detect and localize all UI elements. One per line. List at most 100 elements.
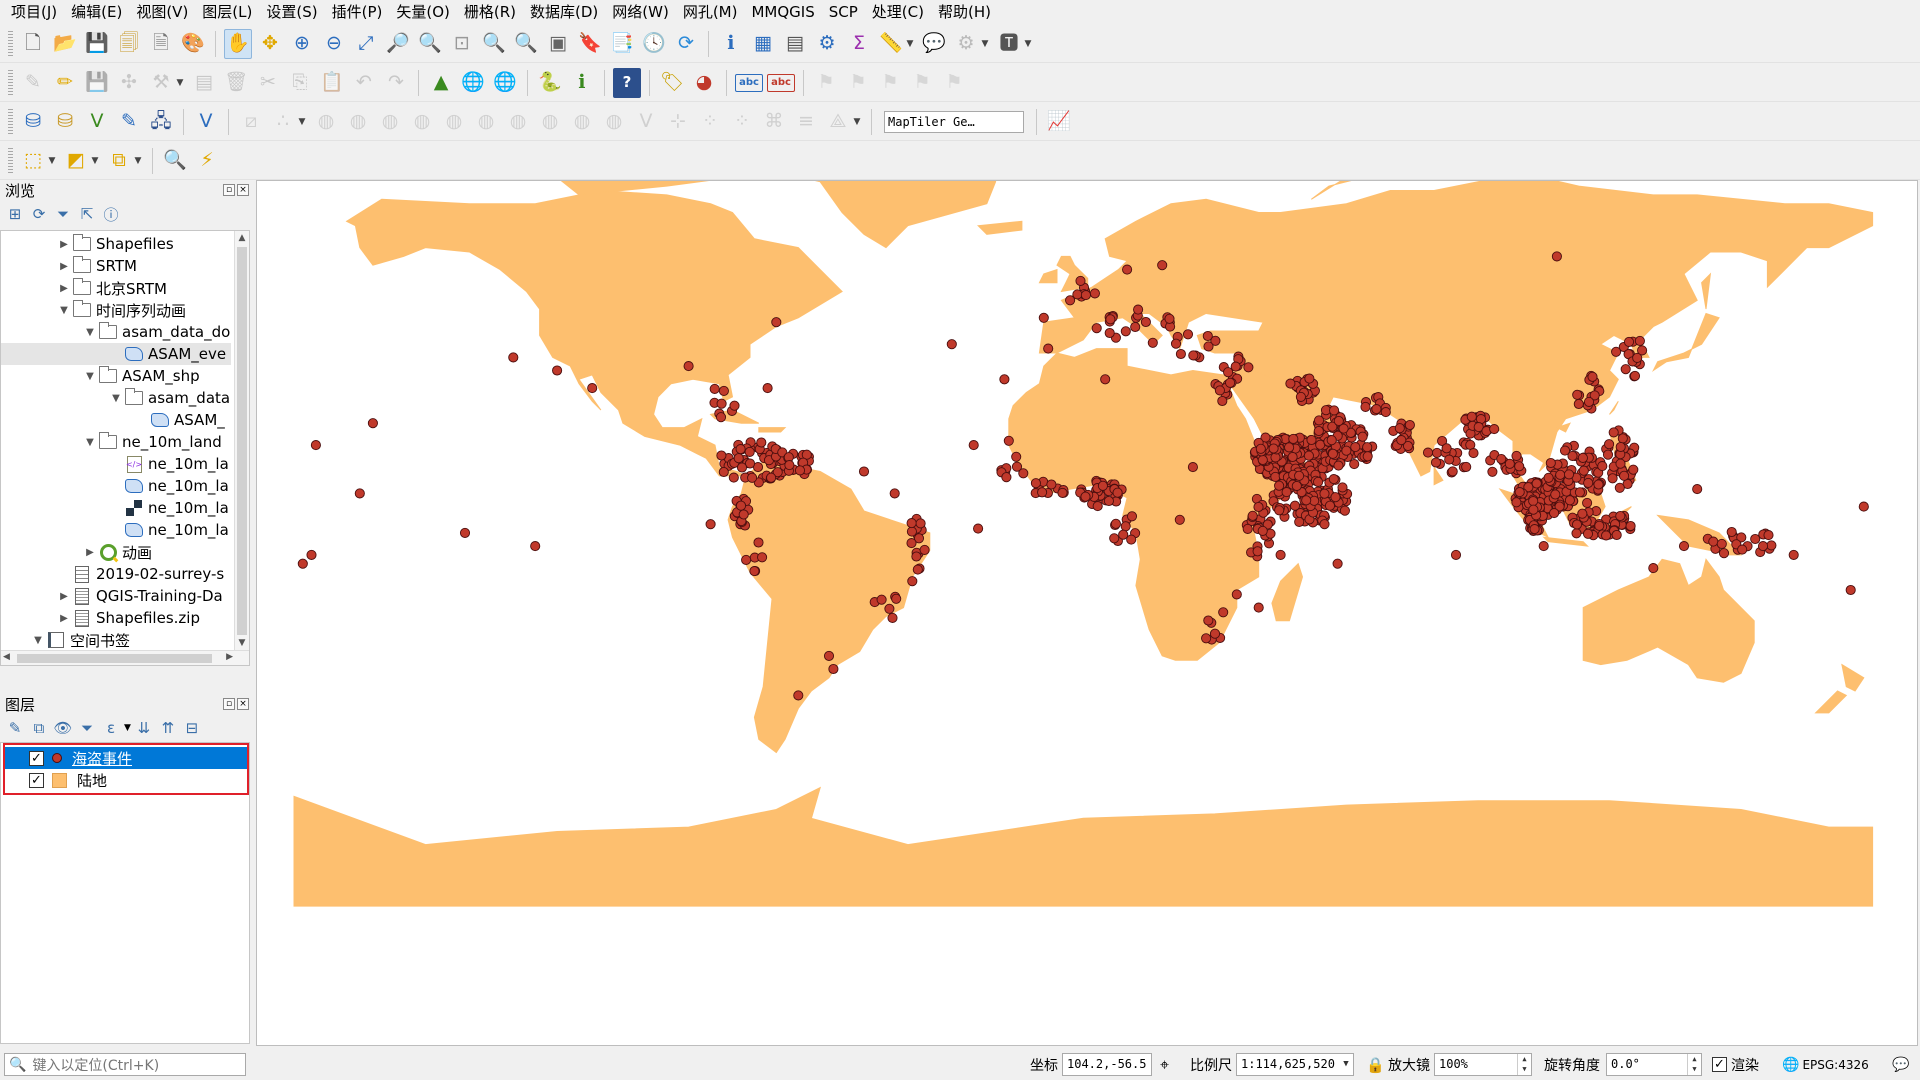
diagram-icon[interactable]: ◕ bbox=[690, 68, 718, 98]
piracy-event-point[interactable] bbox=[1583, 477, 1594, 488]
piracy-event-point[interactable] bbox=[1218, 607, 1229, 618]
piracy-event-point[interactable] bbox=[1289, 500, 1301, 511]
piracy-event-point[interactable] bbox=[1110, 518, 1121, 529]
piracy-event-point[interactable] bbox=[876, 594, 887, 605]
layer-item[interactable]: ✓ 海盗事件 bbox=[5, 747, 247, 769]
expand-arrow-icon[interactable]: ▶ bbox=[57, 261, 71, 272]
piracy-event-point[interactable] bbox=[1648, 563, 1659, 574]
filter-by-expression-icon[interactable]: ε bbox=[100, 717, 122, 739]
piracy-event-point[interactable] bbox=[1097, 480, 1108, 491]
piracy-event-point[interactable] bbox=[973, 523, 984, 534]
vertex-tool-icon[interactable]: ⚒ bbox=[147, 68, 175, 98]
piracy-event-point[interactable] bbox=[1461, 461, 1472, 472]
piracy-event-point[interactable] bbox=[718, 466, 729, 478]
piracy-event-point[interactable] bbox=[718, 385, 729, 396]
piracy-event-point[interactable] bbox=[1528, 496, 1539, 507]
browser-item[interactable]: ASAM_ bbox=[1, 409, 231, 431]
piracy-event-point[interactable] bbox=[1620, 364, 1631, 375]
piracy-event-point[interactable] bbox=[1708, 536, 1719, 547]
toggle-editing-icon[interactable]: ✏ bbox=[51, 68, 79, 98]
style-manager-icon[interactable]: 🎨 bbox=[179, 29, 207, 59]
toolbar-handle[interactable] bbox=[8, 147, 13, 174]
browser-item[interactable]: ▶ 动画 bbox=[1, 541, 231, 563]
piracy-event-point[interactable] bbox=[1187, 462, 1198, 473]
layer-item[interactable]: ✓ 陆地 bbox=[5, 769, 247, 791]
piracy-event-point[interactable] bbox=[1157, 260, 1168, 271]
chevron-down-icon[interactable]: ▼ bbox=[132, 156, 144, 166]
piracy-event-point[interactable] bbox=[1858, 501, 1869, 512]
piracy-event-point[interactable] bbox=[1030, 478, 1041, 489]
piracy-event-point[interactable] bbox=[733, 453, 744, 464]
piracy-event-point[interactable] bbox=[1319, 519, 1330, 530]
add-ring-icon[interactable]: ◍ bbox=[312, 107, 340, 137]
toggle-extents-icon[interactable]: ⌖ bbox=[1160, 1055, 1169, 1075]
piracy-event-point[interactable] bbox=[1011, 451, 1022, 462]
piracy-event-point[interactable] bbox=[1607, 473, 1618, 484]
spin-arrows-icon[interactable]: ▲ ▼ bbox=[1687, 1054, 1701, 1075]
collapse-arrow-icon[interactable]: ▼ bbox=[83, 437, 97, 448]
piracy-event-point[interactable] bbox=[1628, 464, 1639, 475]
piracy-event-point[interactable] bbox=[1333, 460, 1344, 471]
piracy-event-point[interactable] bbox=[1313, 425, 1324, 437]
piracy-event-point[interactable] bbox=[1326, 435, 1337, 446]
browser-horizontal-scrollbar[interactable]: ◀ ▶ bbox=[1, 650, 249, 665]
open-project-icon[interactable]: 📂 bbox=[51, 29, 79, 59]
select-radius-icon[interactable]: ⚙ bbox=[952, 29, 980, 59]
piracy-event-point[interactable] bbox=[683, 361, 694, 372]
properties-icon[interactable]: ⓘ bbox=[100, 203, 122, 225]
processing-toolbox-icon[interactable]: ⚙ bbox=[813, 29, 841, 59]
chevron-down-icon[interactable]: ▼ bbox=[296, 117, 308, 127]
piracy-event-point[interactable] bbox=[1550, 489, 1561, 500]
menu-item-2[interactable]: 视图(V) bbox=[129, 0, 195, 24]
piracy-event-point[interactable] bbox=[1573, 398, 1584, 410]
piracy-event-point[interactable] bbox=[968, 440, 979, 451]
piracy-event-point[interactable] bbox=[1718, 548, 1730, 559]
deselect-features-icon[interactable]: ⧉ bbox=[105, 146, 133, 176]
piracy-event-point[interactable] bbox=[1441, 443, 1452, 454]
fill-ring-icon[interactable]: ◍ bbox=[376, 107, 404, 137]
piracy-event-point[interactable] bbox=[911, 551, 922, 562]
piracy-event-point[interactable] bbox=[744, 446, 755, 457]
python-console-icon[interactable]: 🐍 bbox=[536, 68, 564, 98]
menu-item-9[interactable]: 网络(W) bbox=[605, 0, 676, 24]
menu-item-6[interactable]: 矢量(O) bbox=[389, 0, 457, 24]
add-feature-icon[interactable]: ✣ bbox=[115, 68, 143, 98]
piracy-event-point[interactable] bbox=[1303, 450, 1314, 461]
piracy-event-point[interactable] bbox=[1255, 443, 1266, 454]
browser-item[interactable]: ASAM_eve bbox=[1, 343, 231, 365]
trim-extend-icon[interactable]: ≡ bbox=[792, 107, 820, 137]
browser-item[interactable]: ▶ 北京SRTM bbox=[1, 277, 231, 299]
piracy-event-point[interactable] bbox=[1555, 469, 1566, 480]
piracy-event-point[interactable] bbox=[1577, 452, 1588, 463]
piracy-event-point[interactable] bbox=[1313, 415, 1325, 426]
modify-attributes-icon[interactable]: ▤ bbox=[190, 68, 218, 98]
piracy-event-point[interactable] bbox=[1301, 495, 1312, 506]
zoom-out-icon[interactable]: ⊖ bbox=[320, 29, 348, 59]
piracy-event-point[interactable] bbox=[1130, 321, 1141, 333]
plugin-info-icon[interactable]: ℹ bbox=[568, 68, 596, 98]
piracy-event-point[interactable] bbox=[1147, 337, 1158, 348]
piracy-event-point[interactable] bbox=[1545, 457, 1556, 469]
piracy-event-point[interactable] bbox=[1619, 470, 1630, 481]
piracy-event-point[interactable] bbox=[1489, 424, 1500, 435]
menu-item-12[interactable]: SCP bbox=[822, 0, 865, 24]
piracy-event-point[interactable] bbox=[587, 383, 598, 394]
browser-item[interactable]: ▶ Shapefiles.zip bbox=[1, 607, 231, 629]
label-properties-icon[interactable]: ⚑ bbox=[940, 68, 968, 98]
piracy-event-point[interactable] bbox=[1559, 445, 1571, 456]
piracy-event-point[interactable] bbox=[1253, 602, 1264, 613]
piracy-event-point[interactable] bbox=[1349, 459, 1360, 470]
menu-item-3[interactable]: 图层(L) bbox=[195, 0, 259, 24]
messages-icon[interactable]: 💬 bbox=[1892, 1053, 1909, 1076]
zoom-native-icon[interactable]: ⊡ bbox=[448, 29, 476, 59]
piracy-event-point[interactable] bbox=[1018, 468, 1029, 479]
piracy-event-point[interactable] bbox=[1330, 492, 1341, 503]
piracy-event-point[interactable] bbox=[1447, 466, 1458, 477]
piracy-event-point[interactable] bbox=[736, 462, 748, 473]
piracy-event-point[interactable] bbox=[1511, 497, 1522, 508]
scroll-thumb[interactable] bbox=[17, 654, 212, 663]
pan-map-icon[interactable]: ✋ bbox=[224, 28, 252, 59]
close-panel-icon[interactable]: × bbox=[237, 698, 249, 710]
menu-item-11[interactable]: MMQGIS bbox=[744, 0, 821, 24]
zoom-in-icon[interactable]: ⊕ bbox=[288, 29, 316, 59]
